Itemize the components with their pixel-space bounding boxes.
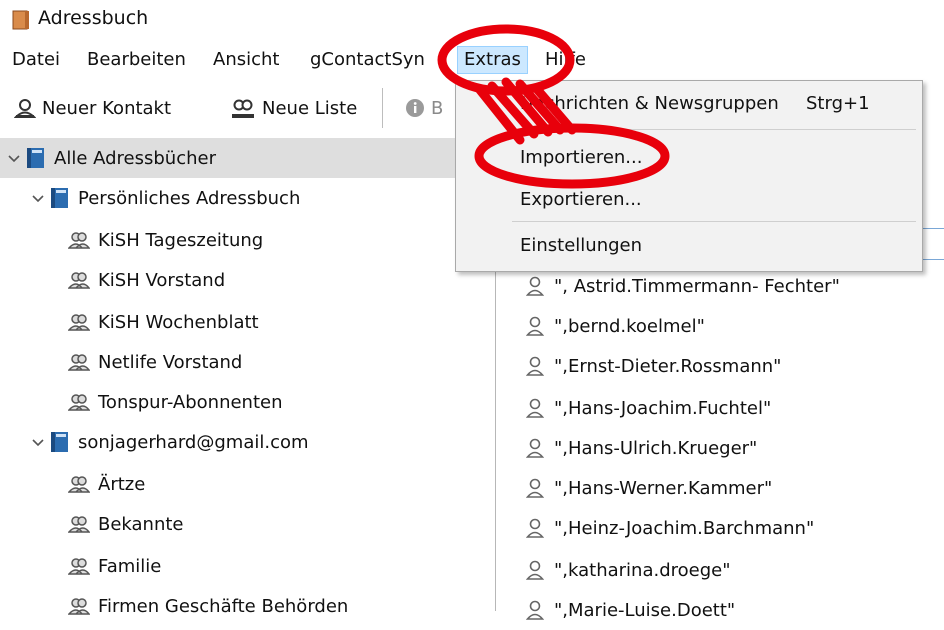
mailing-list-icon bbox=[68, 232, 90, 249]
menu-bearbeiten[interactable]: Bearbeiten bbox=[87, 47, 186, 73]
tree-item-label: sonjagerhard@gmail.com bbox=[78, 431, 309, 453]
contact-icon bbox=[526, 356, 544, 376]
mailing-list-icon bbox=[68, 354, 90, 371]
menu-datei[interactable]: Datei bbox=[12, 47, 60, 73]
mailing-list-icon bbox=[68, 314, 90, 331]
menu-ansicht[interactable]: Ansicht bbox=[213, 47, 279, 73]
new-contact-icon bbox=[14, 99, 36, 118]
tree-item-list[interactable]: Ärtze bbox=[0, 464, 495, 504]
contact-name: ",Heinz-Joachim.Barchmann" bbox=[554, 517, 815, 539]
menu-separator bbox=[512, 129, 916, 130]
menu-item-settings[interactable]: Einstellungen bbox=[520, 231, 642, 261]
tree-item-label: Ärtze bbox=[98, 473, 146, 495]
contact-name: ", Astrid.Timmermann- Fechter" bbox=[554, 275, 840, 297]
tree-item-list[interactable]: KiSH Tageszeitung bbox=[0, 220, 495, 260]
tree-item-label: Tonspur-Abonnenten bbox=[98, 391, 283, 413]
list-item[interactable]: ",Ernst-Dieter.Rossmann" bbox=[496, 346, 944, 386]
list-item[interactable]: ",katharina.droege" bbox=[496, 550, 944, 590]
new-list-icon bbox=[232, 99, 254, 118]
contact-icon bbox=[526, 600, 544, 620]
menu-extras[interactable]: Extras bbox=[457, 46, 528, 74]
address-book-icon bbox=[12, 10, 29, 30]
tree-item-list[interactable]: Bekannte bbox=[0, 504, 495, 544]
tree-item-label: Alle Adressbücher bbox=[54, 147, 216, 169]
tree-item-label: KiSH Tageszeitung bbox=[98, 229, 264, 251]
tree-item-label: Firmen Geschäfte Behörden bbox=[98, 595, 349, 617]
tree-item-label: KiSH Wochenblatt bbox=[98, 311, 259, 333]
tree-item-list[interactable]: Tonspur-Abonnenten bbox=[0, 382, 495, 422]
contact-name: ",katharina.droege" bbox=[554, 559, 731, 581]
address-book-icon bbox=[51, 432, 68, 452]
tree-item-list[interactable]: Familie bbox=[0, 546, 495, 586]
tree-item-list[interactable]: KiSH Wochenblatt bbox=[0, 302, 495, 342]
list-item[interactable]: ",Heinz-Joachim.Barchmann" bbox=[496, 508, 944, 548]
tree-item-gmail-book[interactable]: sonjagerhard@gmail.com bbox=[0, 422, 495, 462]
mailing-list-icon bbox=[68, 272, 90, 289]
title-bar: Adressbuch bbox=[0, 0, 944, 38]
list-item[interactable]: ",Hans-Joachim.Fuchtel" bbox=[496, 388, 944, 428]
new-list-button[interactable]: Neue Liste bbox=[230, 94, 357, 122]
menu-item-messages-newsgroups[interactable]: Nachrichten & Newsgruppen bbox=[520, 89, 779, 119]
list-item[interactable]: ",bernd.koelmel" bbox=[496, 306, 944, 346]
properties-label: B bbox=[431, 97, 444, 119]
mailing-list-icon bbox=[68, 394, 90, 411]
address-book-icon bbox=[51, 188, 68, 208]
info-icon bbox=[406, 99, 424, 117]
window-title: Adressbuch bbox=[38, 7, 149, 29]
new-list-label: Neue Liste bbox=[262, 97, 358, 119]
list-item[interactable]: ",Marie-Luise.Doett" bbox=[496, 590, 944, 630]
contact-icon bbox=[526, 276, 544, 296]
new-contact-label: Neuer Kontakt bbox=[42, 97, 172, 119]
tree-item-label: Bekannte bbox=[98, 513, 184, 535]
menu-item-export[interactable]: Exportieren... bbox=[520, 185, 642, 215]
tree-item-list[interactable]: KiSH Vorstand bbox=[0, 260, 495, 300]
contact-icon bbox=[526, 438, 544, 458]
contact-icon bbox=[526, 478, 544, 498]
contact-name: ",Hans-Joachim.Fuchtel" bbox=[554, 397, 772, 419]
address-book-icon bbox=[27, 148, 44, 168]
mailing-list-icon bbox=[68, 558, 90, 575]
new-contact-button[interactable]: Neuer Kontakt bbox=[14, 94, 171, 122]
address-book-tree: Alle Adressbücher Persönliches Adressbuc… bbox=[0, 136, 495, 617]
menu-item-import[interactable]: Importieren... bbox=[520, 143, 642, 173]
toolbar-separator bbox=[382, 88, 383, 128]
chevron-down-icon[interactable] bbox=[6, 150, 22, 166]
list-item[interactable]: ",Hans-Ulrich.Krueger" bbox=[496, 428, 944, 468]
list-item[interactable]: ", Astrid.Timmermann- Fechter" bbox=[496, 266, 944, 306]
mailing-list-icon bbox=[68, 516, 90, 533]
chevron-down-icon[interactable] bbox=[30, 190, 46, 206]
search-field-edge bbox=[921, 228, 944, 260]
properties-button[interactable]: B bbox=[405, 94, 443, 122]
tree-item-all-books[interactable]: Alle Adressbücher bbox=[0, 138, 495, 178]
tree-item-label: Netlife Vorstand bbox=[98, 351, 243, 373]
mailing-list-icon bbox=[68, 598, 90, 615]
contact-icon bbox=[526, 560, 544, 580]
contact-name: ",Ernst-Dieter.Rossmann" bbox=[554, 355, 782, 377]
contact-name: ",bernd.koelmel" bbox=[554, 315, 705, 337]
mailing-list-icon bbox=[68, 476, 90, 493]
contact-icon bbox=[526, 398, 544, 418]
tree-item-label: Persönliches Adressbuch bbox=[78, 187, 301, 209]
contact-name: ",Hans-Ulrich.Krueger" bbox=[554, 437, 758, 459]
contact-icon bbox=[526, 316, 544, 336]
contact-icon bbox=[526, 518, 544, 538]
tree-item-list[interactable]: Firmen Geschäfte Behörden bbox=[0, 586, 495, 626]
list-item[interactable]: ",Hans-Werner.Kammer" bbox=[496, 468, 944, 508]
chevron-down-icon[interactable] bbox=[30, 434, 46, 450]
menu-bar: Datei Bearbeiten Ansicht gContactSyn Ext… bbox=[0, 38, 944, 78]
menu-gcontactsync[interactable]: gContactSyn bbox=[310, 47, 425, 73]
tree-item-label: KiSH Vorstand bbox=[98, 269, 226, 291]
menu-item-shortcut: Strg+1 bbox=[806, 93, 870, 114]
extras-menu: Nachrichten & Newsgruppen Strg+1 Importi… bbox=[455, 80, 923, 272]
tree-item-list[interactable]: Netlife Vorstand bbox=[0, 342, 495, 382]
menu-separator bbox=[512, 221, 916, 222]
contact-name: ",Marie-Luise.Doett" bbox=[554, 599, 736, 621]
tree-item-label: Familie bbox=[98, 555, 162, 577]
tree-item-personal-book[interactable]: Persönliches Adressbuch bbox=[0, 178, 495, 218]
contact-name: ",Hans-Werner.Kammer" bbox=[554, 477, 773, 499]
menu-hilfe[interactable]: Hilfe bbox=[545, 47, 586, 73]
